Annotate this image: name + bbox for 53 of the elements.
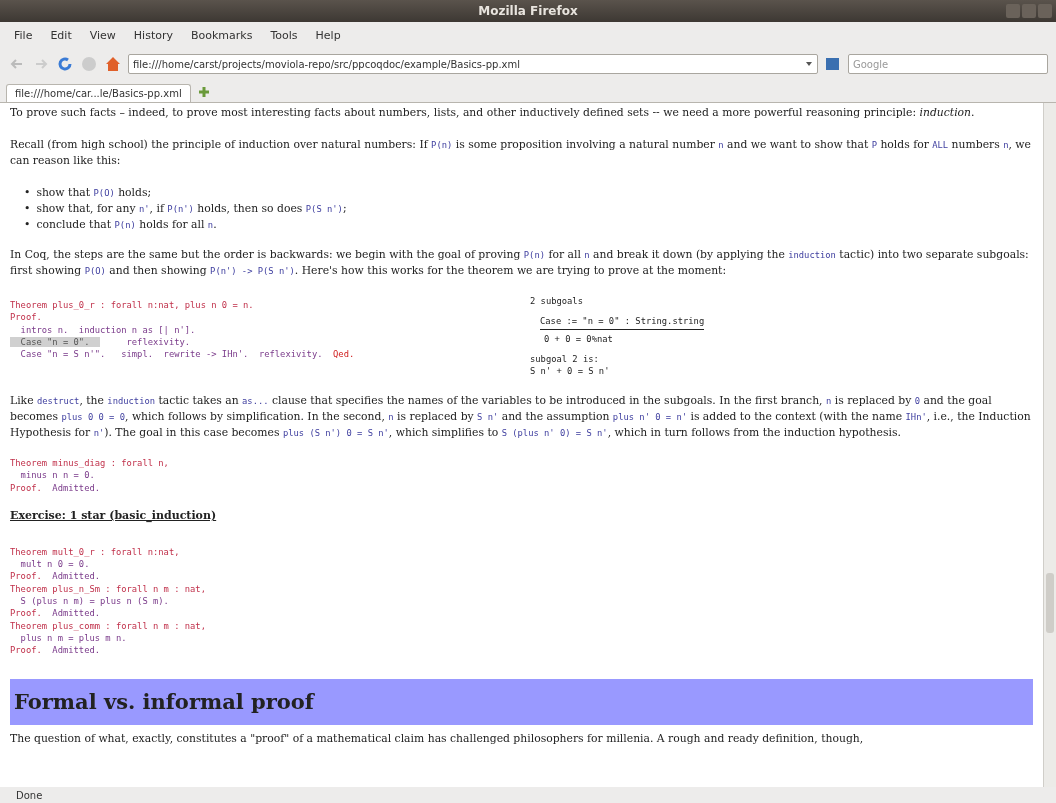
paragraph: The question of what, exactly, constitutes a "proof" of a mathematical claim has challenged philosophers for millenia. A rough and ready definition, though, [10,730,865,747]
code-line: minus n n = 0. [19,469,95,482]
new-tab-icon[interactable] [196,85,211,99]
address-field[interactable]: file:///home/carst/projects/moviola-repo/src/ppcoqdoc/example/Basics-pp.xml [128,54,818,74]
subgoal: S n' + 0 = S n' [530,365,610,377]
dropdown-icon[interactable] [805,60,813,68]
menu-item[interactable]: History [131,26,175,44]
code-line: mult n 0 = 0. [19,558,90,571]
code-line: Proof. Admitted. [10,644,101,657]
subgoal-label: subgoal 2 is: [530,353,599,365]
browser-tab[interactable]: file:///home/car...le/Basics-pp.xml [6,84,191,102]
exercise-heading: Exercise: 1 star (basic_induction) [10,507,217,524]
search-field[interactable]: Google [848,54,1048,74]
code-line: plus n m = plus m n. [19,631,127,645]
code-line: Theorem plus_0_r : forall n:nat, plus n 0 = n. [10,299,254,312]
stop-icon[interactable] [80,55,98,73]
code-line: Proof. Admitted. [10,570,101,583]
section-heading: Formal vs. informal proof [10,678,1033,725]
paragraph: To prove such facts – indeed, to prove most interesting facts about numbers, lists, and other inductively defined sets -- we need a more powerful reasoning principle: induction. [10,105,976,121]
paragraph: Like destruct, the induction tactic takes an as... clause that specifies the names of the variables to be introduced in the subgoals. In the first branch, n is replaced by 0 and the goal becomes plus 0 0 = 0, which follows by simplification. In the second, n is replaced by S n' and the assumption plus n' 0 = n' is added to the context (with the name IHn', i.e., the Induction Hypothesis for n'). The goal in this case becomes plus (S n') 0 = S n', which simplifies to S (plus n' 0) = S n', which in turn follows from the induction hypothesis. [10,393,1032,441]
menu-item[interactable]: Help [313,26,343,44]
goals-header: 2 subgoals [530,295,583,307]
list-item: show that, for any n', if P(n') holds, then so does P(S n'); [36,201,347,217]
goal: 0 + 0 = 0%nat [544,333,613,345]
code-line: Case "n = 0". reflexivity. [10,335,191,349]
code-line: Theorem mult_0_r : forall n:nat, [10,545,180,559]
reload-icon[interactable] [56,55,74,73]
menu-item[interactable]: View [87,26,118,44]
scrollbar-thumb[interactable] [1046,573,1054,633]
window-title: Mozilla Firefox [0,0,1056,22]
code-line: intros n. induction n as [| n']. [19,323,196,336]
list-item: conclude that P(n) holds for all n. [36,217,217,233]
code-line: Case "n = S n'". simpl. rewrite -> IHn'. reflexivity. Qed. [19,348,355,361]
menu-item[interactable]: Edit [48,26,74,44]
bullet: • [24,217,31,233]
paragraph: Recall (from high school) the principle of induction over natural numbers: If P(n) is some proposition involving a natural number n and we want to show that P holds for ALL numbers n, we can reason like this: [10,137,1032,169]
bullet: • [24,185,31,201]
code-line: Theorem plus_comm : forall n m : nat, [10,619,206,632]
code-line: Proof. [10,311,42,324]
code-line: Proof. Admitted. [10,607,101,620]
code-line: Theorem minus_diag : forall n, [10,457,169,470]
menu-item[interactable]: File [12,26,35,44]
menu-item[interactable]: Bookmarks [189,26,255,44]
home-icon[interactable] [104,55,122,73]
hypothesis: Case := "n = 0" : String.string [540,315,705,330]
list-item: show that P(O) holds; [36,185,152,201]
code-line: S (plus n m) = plus n (S m). [19,595,169,608]
menu-item[interactable]: Tools [268,26,300,44]
code-line: Theorem plus_n_Sm : forall n m : nat, [10,582,206,596]
bullet: • [24,201,31,217]
paragraph: In Coq, the steps are the same but the order is backwards: we begin with the goal of proving P(n) for all n and break it down (by applying the induction tactic) into two separate subgoals: first showing P(O) and then showing P(n') -> P(S n'). Here's how this works for the theorem we are trying to prove at the moment: [10,247,1030,279]
search-engine-icon[interactable] [824,55,842,73]
code-line: Proof. Admitted. [10,481,101,494]
